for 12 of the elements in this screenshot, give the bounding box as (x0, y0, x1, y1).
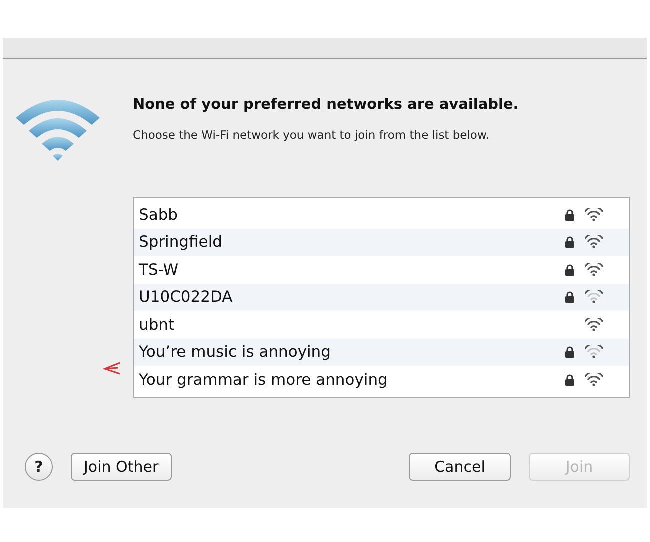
network-item[interactable]: Springfield (134, 228, 629, 256)
network-item[interactable]: You’re music is annoying (134, 338, 629, 366)
network-item[interactable]: Your grammar is more annoying (134, 366, 629, 394)
join-other-button[interactable]: Join Other (71, 452, 172, 480)
network-item[interactable]: TS-W (134, 256, 629, 284)
network-item[interactable]: Sabb (134, 201, 629, 228)
cancel-button[interactable]: Cancel (409, 452, 511, 480)
network-item[interactable]: ubnt (134, 311, 629, 338)
network-item[interactable]: U10C022DA (134, 284, 629, 311)
help-button[interactable]: ? (25, 452, 53, 480)
dialog-message: Choose the Wi-Fi network you want to join from the list below. (133, 128, 490, 142)
dialog-title: None of your preferred networks are available. (133, 97, 519, 113)
